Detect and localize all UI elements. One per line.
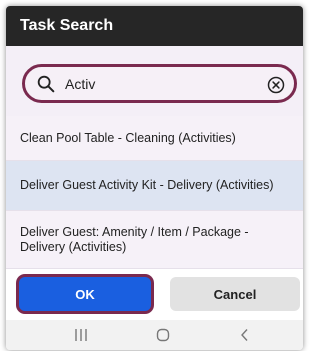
results-list: Clean Pool Table - Cleaning (Activities)…: [6, 116, 303, 269]
result-label: Deliver Guest Activity Kit - Delivery (A…: [20, 178, 274, 192]
recent-apps-icon[interactable]: [74, 328, 88, 342]
task-search-dialog: Task Search Clean Pool Table - Cleaning …: [6, 6, 303, 350]
cancel-button-label: Cancel: [213, 286, 257, 302]
result-item-deliver-guest-amenity[interactable]: Deliver Guest: Amenity / Item / Package …: [6, 211, 303, 269]
search-input[interactable]: [65, 75, 245, 92]
home-icon[interactable]: [156, 328, 170, 342]
result-item-clean-pool-table[interactable]: Clean Pool Table - Cleaning (Activities): [6, 116, 303, 161]
back-icon[interactable]: [238, 328, 252, 342]
ok-button[interactable]: OK: [19, 277, 151, 311]
clear-icon[interactable]: [266, 75, 286, 95]
result-label: Clean Pool Table - Cleaning (Activities): [20, 130, 236, 145]
search-area: [6, 46, 303, 116]
search-icon: [37, 75, 55, 92]
cancel-button[interactable]: Cancel: [170, 277, 300, 311]
title-bar: Task Search: [6, 6, 303, 46]
ok-button-label: OK: [75, 286, 95, 302]
result-item-deliver-guest-activity-kit[interactable]: Deliver Guest Activity Kit - Delivery (A…: [6, 161, 303, 211]
result-label: Deliver Guest: Amenity / Item / Package …: [20, 224, 249, 254]
dialog-title: Task Search: [20, 17, 114, 34]
search-box[interactable]: [22, 64, 297, 103]
system-nav-bar: [6, 320, 303, 350]
button-bar: OK Cancel: [6, 269, 303, 320]
